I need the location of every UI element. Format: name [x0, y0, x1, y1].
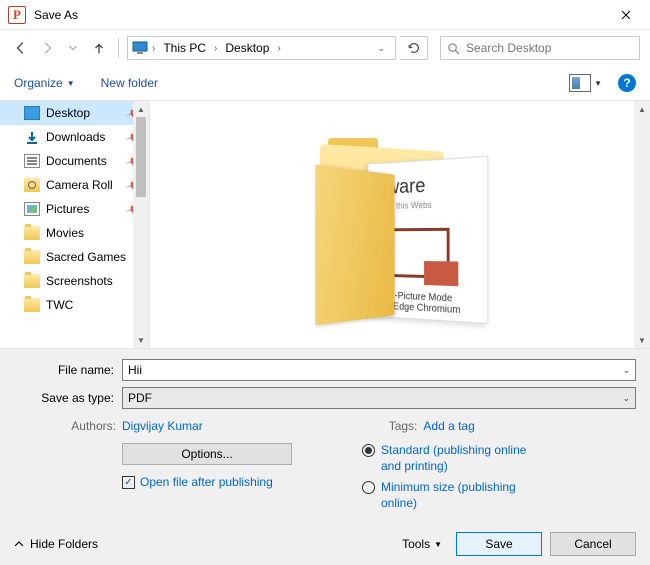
radio-minimum-label: Minimum size (publishing online) — [381, 480, 531, 511]
breadcrumb-this-pc[interactable]: This PC — [159, 39, 210, 57]
search-box[interactable] — [440, 36, 640, 60]
tags-value[interactable]: Add a tag — [423, 419, 474, 433]
save-type-field[interactable]: PDF ⌄ — [122, 387, 636, 409]
sidebar-item-desktop[interactable]: Desktop📌 — [0, 101, 149, 125]
sidebar-item-label: Sacred Games — [46, 250, 126, 264]
sidebar-item-label: Downloads — [46, 130, 105, 144]
sidebar-item-sacred-games[interactable]: Sacred Games — [0, 245, 149, 269]
folder-icon — [24, 250, 40, 264]
back-button[interactable] — [10, 37, 32, 59]
sidebar-item-movies[interactable]: Movies — [0, 221, 149, 245]
sidebar-item-documents[interactable]: Documents📌 — [0, 149, 149, 173]
new-folder-button[interactable]: New folder — [101, 76, 158, 90]
chevron-right-icon[interactable]: › — [214, 43, 217, 54]
sidebar-item-camera-roll[interactable]: Camera Roll📌 — [0, 173, 149, 197]
close-icon — [621, 10, 631, 20]
download-icon — [24, 130, 40, 144]
help-button[interactable]: ? — [618, 74, 636, 92]
desktop-icon — [24, 106, 40, 120]
radio-minimum[interactable]: Minimum size (publishing online) — [362, 480, 636, 511]
sidebar-item-twc[interactable]: TWC — [0, 293, 149, 317]
open-after-checkbox[interactable]: ✓ Open file after publishing — [122, 475, 322, 489]
refresh-icon — [407, 41, 421, 55]
organize-menu[interactable]: Organize▼ — [14, 76, 75, 90]
navigation-bar: › This PC › Desktop › ⌄ — [0, 30, 650, 66]
save-type-value: PDF — [128, 391, 152, 405]
close-button[interactable] — [603, 0, 648, 29]
file-name-label: File name: — [14, 363, 122, 377]
powerpoint-icon: P — [8, 6, 26, 24]
forward-button — [36, 37, 58, 59]
sidebar-item-screenshots[interactable]: Screenshots — [0, 269, 149, 293]
content-scrollbar[interactable]: ▲▼ — [634, 101, 650, 348]
hide-folders-label: Hide Folders — [30, 537, 98, 551]
sidebar-item-label: Documents — [46, 154, 107, 168]
view-mode-button[interactable]: ▼ — [569, 74, 602, 92]
toolbar: Organize▼ New folder ▼ ? — [0, 66, 650, 100]
save-button[interactable]: Save — [456, 532, 542, 556]
save-form: File name: ⌄ Save as type: PDF ⌄ Authors:… — [0, 349, 650, 523]
radio-icon — [362, 481, 375, 494]
camera-icon — [24, 178, 40, 192]
address-dropdown[interactable]: ⌄ — [371, 43, 391, 54]
tags-label: Tags: — [389, 419, 418, 433]
picture-icon — [24, 202, 40, 216]
save-type-label: Save as type: — [14, 391, 122, 405]
refresh-button[interactable] — [400, 36, 428, 60]
sidebar-item-pictures[interactable]: Pictures📌 — [0, 197, 149, 221]
search-icon — [447, 42, 460, 55]
checkbox-icon: ✓ — [122, 476, 135, 489]
sidebar-scrollbar[interactable]: ▲▼ — [133, 101, 149, 348]
cancel-button[interactable]: Cancel — [550, 532, 636, 556]
sidebar-item-label: Movies — [46, 226, 84, 240]
sidebar-item-label: Pictures — [46, 202, 89, 216]
sidebar-item-downloads[interactable]: Downloads📌 — [0, 125, 149, 149]
search-input[interactable] — [466, 41, 633, 55]
title-bar: P Save As — [0, 0, 650, 30]
chevron-down-icon[interactable]: ⌄ — [616, 365, 630, 376]
tools-menu[interactable]: Tools▼ — [402, 537, 442, 551]
radio-standard-label: Standard (publishing online and printing… — [381, 443, 531, 474]
explorer-body: Desktop📌 Downloads📌 Documents📌 Camera Ro… — [0, 100, 650, 349]
radio-standard[interactable]: Standard (publishing online and printing… — [362, 443, 636, 474]
view-icon — [569, 74, 591, 92]
navigation-pane: Desktop📌 Downloads📌 Documents📌 Camera Ro… — [0, 101, 150, 348]
window-title: Save As — [34, 8, 603, 22]
chevron-down-icon[interactable]: ⌄ — [616, 393, 630, 404]
chevron-up-icon — [14, 539, 24, 549]
chevron-right-icon[interactable]: › — [277, 43, 280, 54]
address-bar[interactable]: › This PC › Desktop › ⌄ — [127, 36, 396, 60]
breadcrumb-desktop[interactable]: Desktop — [221, 39, 273, 57]
content-pane[interactable]: ftware le on this Webs re-In-Picture Mod… — [150, 101, 650, 348]
document-icon — [24, 154, 40, 168]
authors-value[interactable]: Digvijay Kumar — [122, 419, 203, 433]
this-pc-icon — [132, 41, 148, 55]
folder-icon — [24, 298, 40, 312]
sidebar-item-label: Screenshots — [46, 274, 113, 288]
sidebar-item-label: Desktop — [46, 106, 90, 120]
chevron-right-icon[interactable]: › — [152, 43, 155, 54]
folder-icon — [24, 226, 40, 240]
authors-label: Authors: — [14, 419, 116, 433]
sidebar-item-label: Camera Roll — [46, 178, 113, 192]
hide-folders-button[interactable]: Hide Folders — [14, 537, 98, 551]
recent-dropdown[interactable] — [62, 37, 84, 59]
file-name-field[interactable]: ⌄ — [122, 359, 636, 381]
up-button[interactable] — [88, 37, 110, 59]
options-button[interactable]: Options... — [122, 443, 292, 465]
folder-icon — [24, 274, 40, 288]
sidebar-item-label: TWC — [46, 298, 73, 312]
folder-preview[interactable]: ftware le on this Webs re-In-Picture Mod… — [300, 130, 500, 320]
file-name-input[interactable] — [128, 363, 616, 377]
open-after-label: Open file after publishing — [140, 475, 273, 489]
radio-icon — [362, 444, 375, 457]
